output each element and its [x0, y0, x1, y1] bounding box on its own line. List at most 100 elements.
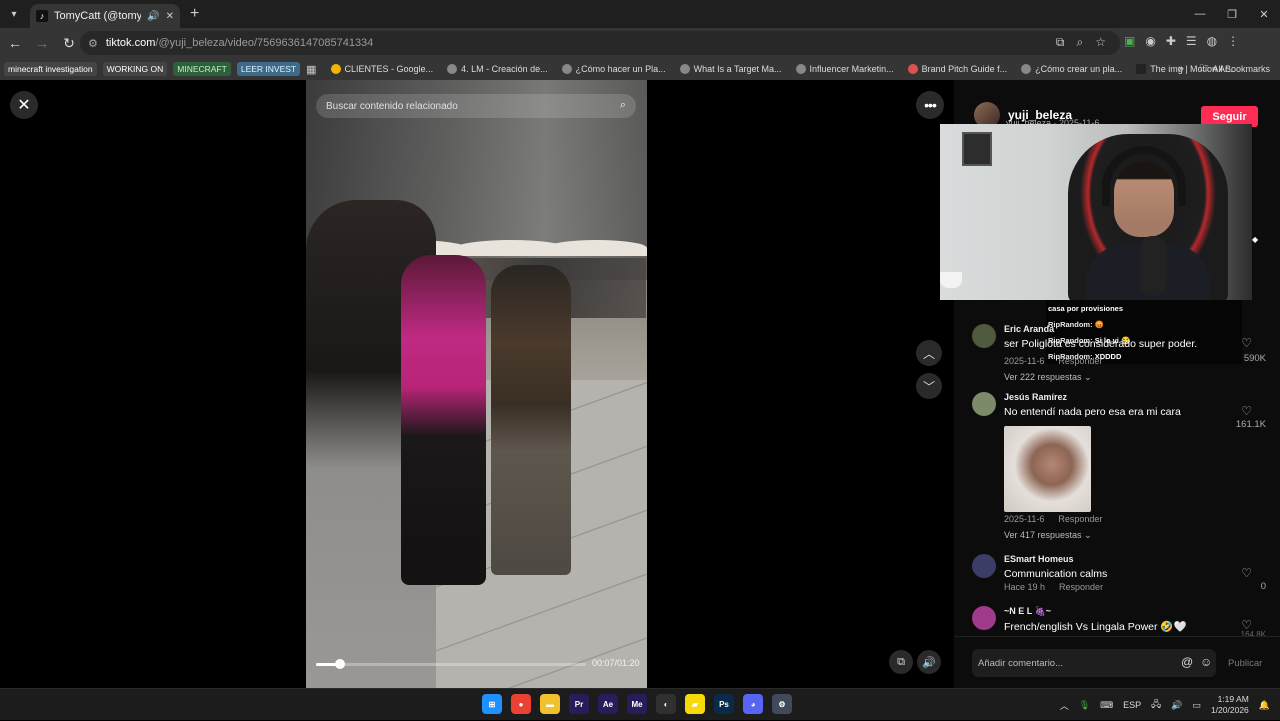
address-bar[interactable]: ⚙ tiktok.com /@yuji_beleza/video/7569636…: [80, 31, 1120, 55]
zoom-icon[interactable]: ⌕: [1077, 35, 1084, 50]
bookmark-item[interactable]: What Is a Target Ma...: [679, 64, 782, 74]
chevron-down-icon: ⌄: [1084, 372, 1092, 382]
eye-extension-icon[interactable]: ◉: [1145, 34, 1155, 48]
bookmark-chip[interactable]: minecraft investigation: [4, 62, 97, 76]
windows-app-icon[interactable]: ⊞: [482, 694, 502, 714]
next-video-button[interactable]: ﹀: [916, 373, 942, 399]
tab-search-button[interactable]: ▾: [4, 4, 24, 24]
video-progress-bar[interactable]: [316, 659, 586, 669]
search-placeholder: Buscar contenido relacionado: [326, 100, 458, 112]
browser-tab-active[interactable]: ♪ TomyCatt (@tomycatts) | Ti 🔊 ✕: [30, 4, 180, 28]
restore-icon[interactable]: ❐: [1216, 0, 1248, 28]
view-replies-button[interactable]: Ver 417 respuestas ⌄: [1004, 530, 1092, 541]
picture-in-picture-button[interactable]: ⧉: [889, 650, 913, 674]
extension-icon[interactable]: ▣: [1124, 34, 1135, 48]
site-info-icon[interactable]: ⚙: [88, 37, 98, 50]
commenter-name[interactable]: ~N E L 🍇~: [1004, 606, 1051, 617]
puzzle-icon[interactable]: ✚: [1166, 34, 1176, 48]
premiere-app-icon[interactable]: Pr: [569, 694, 589, 714]
bookmark-item[interactable]: ¿Cómo crear un pla...: [1021, 64, 1122, 74]
progress-handle[interactable]: [334, 659, 345, 669]
bookmark-item[interactable]: 4. LM - Creación de...: [447, 64, 548, 74]
reply-button[interactable]: Responder: [1058, 356, 1102, 366]
reading-list-icon[interactable]: ☰: [1186, 34, 1197, 48]
minimize-icon[interactable]: —: [1184, 0, 1216, 28]
obs-app-icon[interactable]: ◐: [656, 694, 676, 714]
microphone: [1140, 236, 1166, 296]
bookmark-item[interactable]: CLIENTES - Google...: [330, 64, 433, 74]
google-drive-icon: [330, 64, 341, 74]
microphone-icon[interactable]: 🎙: [1079, 700, 1090, 711]
reply-button[interactable]: Responder: [1059, 582, 1103, 592]
search-icon[interactable]: ⌕: [620, 99, 626, 112]
system-tray: ︿ 🎙 ⌨ ESP 🖧 🔊 ▭ 1:19 AM 1/20/2026 🔔: [1060, 689, 1270, 721]
bookmark-chip[interactable]: LEER INVEST: [236, 62, 301, 76]
window-controls: — ❐ ✕: [1184, 0, 1280, 28]
bookmark-star-icon[interactable]: ☆: [1095, 35, 1106, 50]
all-bookmarks-button[interactable]: 🗀 All Bookmarks: [1199, 61, 1270, 77]
close-tab-icon[interactable]: ✕: [166, 11, 174, 22]
apps-grid-icon[interactable]: ▦: [306, 63, 316, 76]
clock[interactable]: 1:19 AM 1/20/2026: [1211, 694, 1249, 716]
volume-button[interactable]: 🔊: [917, 650, 941, 674]
after-effects-app-icon[interactable]: Ae: [598, 694, 618, 714]
more-options-button[interactable]: •••: [916, 91, 944, 119]
new-tab-button[interactable]: +: [190, 5, 199, 23]
heart-icon[interactable]: ♡: [1241, 566, 1252, 580]
volume-icon[interactable]: 🔊: [1171, 700, 1182, 711]
heart-icon[interactable]: ♡: [1241, 336, 1252, 350]
bookmark-chip[interactable]: WORKING ON: [102, 62, 168, 76]
commenter-name[interactable]: Eric Aranda: [1004, 324, 1054, 334]
commenter-avatar[interactable]: [972, 324, 996, 348]
comment-input[interactable]: Añadir comentario...: [972, 649, 1216, 677]
forward-button[interactable]: →: [30, 31, 54, 55]
commenter-name[interactable]: ESmart Homeus: [1004, 554, 1074, 564]
bookmark-item[interactable]: ¿Cómo hacer un Pla...: [561, 64, 666, 74]
commenter-name[interactable]: Jesús Ramírez: [1004, 392, 1067, 402]
close-video-button[interactable]: ✕: [10, 91, 38, 119]
notification-icon[interactable]: 🔔: [1259, 700, 1270, 711]
more-bookmarks-icon[interactable]: »: [1178, 63, 1184, 75]
bookmark-item[interactable]: Influencer Marketin...: [795, 64, 894, 74]
video-player[interactable]: Buscar contenido relacionado ⌕ 00:07/01:…: [306, 80, 647, 688]
keyboard-icon[interactable]: ⌨: [1100, 700, 1113, 711]
comment-text: Communication calms: [1004, 568, 1108, 580]
mention-icon[interactable]: @: [1181, 655, 1193, 669]
speaker-icon[interactable]: 🔊: [147, 11, 159, 22]
reload-button[interactable]: ↻: [57, 31, 81, 55]
explorer-app-icon[interactable]: ▬: [540, 694, 560, 714]
network-icon[interactable]: 🖧: [1151, 697, 1161, 713]
bookmarks-bar: minecraft investigation WORKING ON MINEC…: [0, 58, 1280, 80]
media-encoder-app-icon[interactable]: Me: [627, 694, 647, 714]
reply-button[interactable]: Responder: [1058, 514, 1102, 524]
close-window-icon[interactable]: ✕: [1248, 0, 1280, 28]
commenter-avatar[interactable]: [972, 606, 996, 630]
commenter-avatar[interactable]: [972, 554, 996, 578]
post-comment-button[interactable]: Publicar: [1228, 658, 1262, 669]
comment-image[interactable]: [1004, 426, 1091, 512]
heart-icon[interactable]: ♡: [1241, 404, 1252, 418]
panel-arrow-icon: ◆: [1252, 235, 1259, 244]
related-search-input[interactable]: Buscar contenido relacionado ⌕: [316, 94, 636, 118]
chrome-app-icon[interactable]: ●: [511, 694, 531, 714]
profile-avatar-icon[interactable]: ◍: [1207, 34, 1217, 48]
settings-app-icon[interactable]: ⚙: [772, 694, 792, 714]
battery-icon[interactable]: ▭: [1192, 700, 1201, 711]
previous-video-button[interactable]: ︿: [916, 340, 942, 366]
bookmark-chip[interactable]: MINECRAFT: [173, 62, 231, 76]
discord-app-icon[interactable]: ◕: [743, 694, 763, 714]
menu-kebab-icon[interactable]: ⋮: [1227, 34, 1239, 48]
bookmark-item[interactable]: Brand Pitch Guide f...: [907, 64, 1007, 74]
emoji-icon[interactable]: ☺: [1200, 655, 1212, 669]
language-indicator[interactable]: ESP: [1123, 700, 1141, 710]
volume-icon: 🔊: [922, 656, 936, 669]
view-replies-button[interactable]: Ver 222 respuestas ⌄: [1004, 372, 1092, 383]
sticky-notes-app-icon[interactable]: ▰: [685, 694, 705, 714]
video-time: 00:07/01:20: [592, 658, 640, 668]
commenter-avatar[interactable]: [972, 392, 996, 416]
browser-tab-strip: ▾ ♪ TomyCatt (@tomycatts) | Ti 🔊 ✕ + — ❐…: [0, 0, 1280, 28]
back-button[interactable]: ←: [3, 31, 27, 55]
chevron-up-icon[interactable]: ︿: [1060, 699, 1069, 712]
install-app-icon[interactable]: ⧉: [1056, 35, 1065, 50]
photoshop-app-icon[interactable]: Ps: [714, 694, 734, 714]
